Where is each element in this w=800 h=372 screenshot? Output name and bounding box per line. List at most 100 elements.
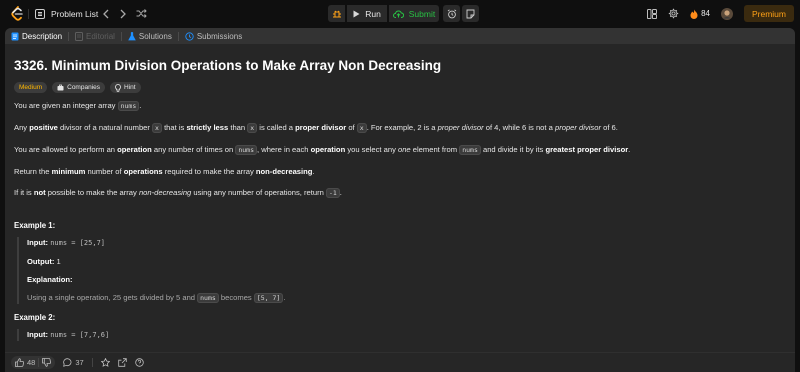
text: using any number of operations, return	[191, 188, 326, 197]
text: .	[628, 145, 631, 154]
favorite-button[interactable]	[100, 358, 110, 367]
problem-badges: Medium Companies Hint	[14, 82, 786, 93]
next-problem-button[interactable]	[118, 8, 128, 19]
list-icon	[35, 8, 45, 19]
tab-editorial-label: Editorial	[86, 31, 115, 41]
text: is called a	[257, 123, 296, 132]
description-paragraph-3: You are allowed to perform an operation …	[14, 144, 786, 156]
problem-content: 3326. Minimum Division Operations to Mak…	[5, 58, 795, 341]
example-1-explanation-label: Explanation:	[27, 274, 786, 285]
problem-title[interactable]: 3326. Minimum Division Operations to Mak…	[14, 58, 786, 73]
hint-button[interactable]: Hint	[110, 82, 141, 93]
tab-editorial[interactable]: Editorial	[75, 31, 115, 41]
tab-description[interactable]: Description	[11, 32, 62, 41]
layout-button[interactable]	[647, 8, 658, 19]
text: number of	[85, 167, 124, 176]
premium-button[interactable]: Premium	[743, 5, 794, 22]
difficulty-badge: Medium	[14, 82, 48, 93]
text: required to make the array	[162, 167, 256, 176]
star-icon	[100, 358, 110, 367]
text: divisor of a natural number	[57, 123, 153, 132]
thumbs-up-icon	[15, 358, 24, 367]
inline-code: nums	[197, 293, 219, 303]
inline-code: x	[356, 123, 367, 133]
premium-label: Premium	[751, 8, 786, 19]
text: .	[283, 293, 286, 302]
shuffle-icon	[136, 9, 147, 18]
inline-code: x	[247, 123, 258, 133]
help-button[interactable]	[134, 358, 144, 367]
text: , where in each	[257, 145, 311, 154]
inline-code: nums	[117, 101, 140, 111]
divider	[38, 358, 40, 367]
divider	[177, 31, 179, 41]
like-count: 48	[27, 358, 36, 367]
chevron-left-icon	[103, 9, 109, 18]
companies-button[interactable]: Companies	[52, 82, 106, 93]
text: . For example, 2 is a	[366, 123, 438, 132]
topbar-right-group: 84 Premium	[647, 5, 794, 22]
timer-button[interactable]	[443, 5, 460, 22]
text: .	[339, 188, 342, 197]
avatar[interactable]	[720, 7, 733, 20]
text: any number of times on	[151, 145, 236, 154]
panel-tabs: Description Editorial Solutions Submissi…	[5, 28, 795, 44]
tab-submissions-label: Submissions	[196, 31, 243, 41]
run-submit-group: Run Submit	[328, 5, 479, 22]
settings-button[interactable]	[668, 8, 679, 19]
divider	[68, 31, 70, 41]
text: element from	[410, 145, 460, 154]
text: of 4, while 6 is not a	[483, 123, 555, 132]
input-value: nums = [25,7]	[50, 239, 106, 247]
notes-button[interactable]	[462, 5, 479, 22]
dislike-button[interactable]	[42, 358, 52, 367]
share-icon	[117, 358, 127, 367]
text: If it is	[14, 188, 34, 197]
bug-icon	[332, 10, 341, 17]
output-value: 1	[56, 257, 61, 266]
divider	[120, 31, 122, 41]
text: and divide it by its	[480, 145, 546, 154]
text: of 6.	[600, 123, 618, 132]
description-paragraph-1: You are given an integer array nums.	[14, 100, 786, 112]
alarm-clock-icon	[447, 8, 456, 18]
leetcode-logo-icon[interactable]	[10, 6, 24, 21]
input-value: nums = [7,7,6]	[50, 331, 110, 339]
inline-code: nums	[235, 145, 257, 155]
chevron-right-icon	[120, 9, 126, 18]
italic-text: one	[397, 145, 411, 154]
submit-button[interactable]: Submit	[389, 5, 439, 22]
lightbulb-icon	[115, 83, 121, 92]
italic-text: non-decreasing	[138, 188, 192, 197]
play-icon	[353, 10, 360, 17]
example-2-heading: Example 2:	[14, 313, 56, 322]
inline-code: x	[152, 123, 162, 133]
italic-text: proper divisor	[554, 123, 601, 132]
hint-label: Hint	[124, 84, 136, 91]
comment-count: 37	[75, 358, 84, 367]
comments-button[interactable]: 37	[63, 358, 84, 367]
run-button[interactable]: Run	[347, 5, 387, 22]
example-2-block: Input: nums = [7,7,6]	[17, 329, 786, 341]
daily-streak[interactable]: 84	[690, 9, 710, 19]
layout-icon	[647, 8, 658, 19]
divider	[91, 358, 93, 367]
bold-text: not	[33, 188, 46, 197]
explanation-label: Explanation:	[27, 275, 73, 284]
share-button[interactable]	[117, 358, 127, 367]
bold-text: proper divisor	[295, 123, 347, 132]
problem-list-button[interactable]: Problem List	[35, 6, 98, 21]
cloud-upload-icon	[392, 9, 404, 18]
previous-problem-button[interactable]	[101, 8, 111, 19]
tab-submissions[interactable]: Submissions	[185, 32, 242, 41]
flask-icon	[128, 31, 136, 40]
output-label: Output:	[27, 257, 55, 266]
random-problem-button[interactable]	[135, 8, 147, 19]
like-button[interactable]: 48	[15, 358, 35, 367]
tab-solutions-label: Solutions	[138, 31, 172, 41]
text: possible to make the array	[45, 188, 139, 197]
description-paragraph-2: Any positive divisor of a natural number…	[14, 122, 786, 134]
debug-button[interactable]	[328, 5, 345, 22]
tab-solutions[interactable]: Solutions	[128, 32, 172, 41]
description-paragraph-4: Return the minimum number of operations …	[14, 166, 786, 177]
